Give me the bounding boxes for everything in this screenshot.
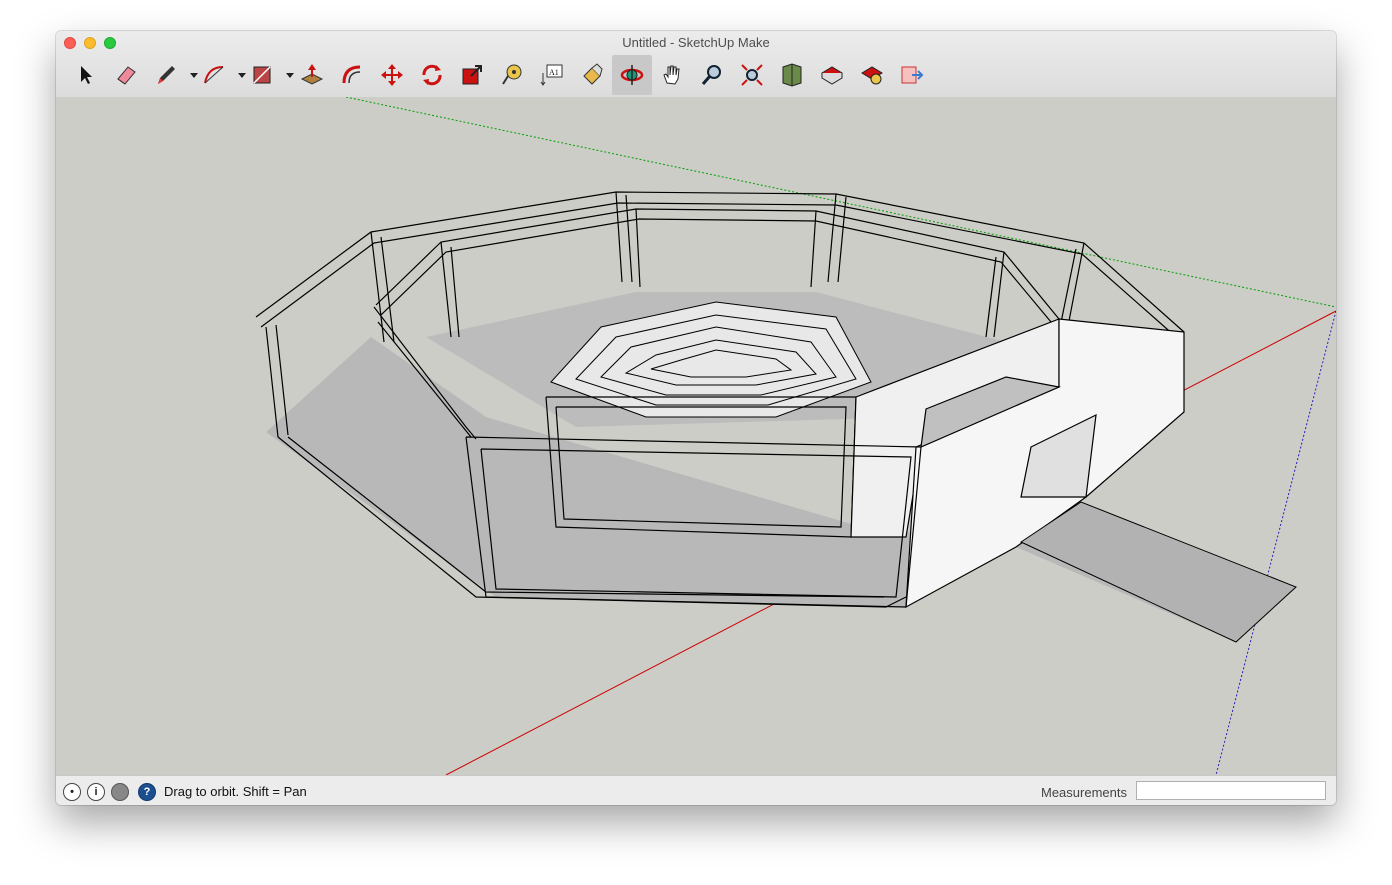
eraser-icon — [117, 66, 136, 85]
push-pull-tool[interactable] — [292, 55, 332, 95]
warehouse-icon — [782, 63, 802, 87]
zoom-tool[interactable] — [692, 55, 732, 95]
zoom-extents-tool[interactable] — [732, 55, 772, 95]
sketchup-window: Untitled - SketchUp Make A1 • i ? Drag t… — [56, 31, 1336, 805]
tape-measure-icon — [502, 64, 522, 85]
line-tool[interactable] — [146, 55, 186, 95]
paint-bucket-tool[interactable] — [572, 55, 612, 95]
move-tool[interactable] — [372, 55, 412, 95]
text-icon: A1 — [540, 64, 563, 86]
main-toolbar: A1 — [66, 55, 1326, 95]
eraser-tool[interactable] — [106, 55, 146, 95]
pan-tool[interactable] — [652, 55, 692, 95]
credits-icon[interactable]: i — [87, 783, 105, 801]
geolocation-icon[interactable]: • — [63, 783, 81, 801]
push-pull-icon — [300, 64, 324, 85]
green-axis — [345, 97, 1336, 308]
share-component-button[interactable] — [852, 55, 892, 95]
titlebar: Untitled - SketchUp Make A1 — [56, 31, 1336, 98]
3d-warehouse-button[interactable] — [772, 55, 812, 95]
text-tool[interactable]: A1 — [532, 55, 572, 95]
extension-warehouse-button[interactable] — [812, 55, 852, 95]
send-to-layout-button[interactable] — [892, 55, 932, 95]
rotate-tool[interactable] — [412, 55, 452, 95]
model-canvas[interactable] — [56, 97, 1336, 775]
tape-measure-tool[interactable] — [492, 55, 532, 95]
select-tool[interactable] — [66, 55, 106, 95]
arrow-cursor-icon — [81, 66, 92, 84]
arc-tool[interactable] — [194, 55, 234, 95]
zoom-extents-icon — [741, 64, 763, 86]
measurements-field[interactable] — [1136, 781, 1326, 800]
status-bar: • i ? Drag to orbit. Shift = Pan Measure… — [56, 775, 1336, 805]
rectangle-tool[interactable] — [242, 55, 282, 95]
blue-axis — [1215, 310, 1336, 775]
extension-icon — [821, 66, 843, 85]
window-title: Untitled - SketchUp Make — [622, 35, 770, 50]
entry-ramp — [1019, 501, 1297, 643]
scale-icon — [462, 65, 482, 85]
status-hint: Drag to orbit. Shift = Pan — [164, 784, 307, 799]
help-icon[interactable]: ? — [138, 783, 156, 801]
orbit-icon — [620, 65, 644, 85]
scale-tool[interactable] — [452, 55, 492, 95]
rectangle-icon — [253, 66, 271, 84]
orbit-tool[interactable] — [612, 55, 652, 95]
measurements-label: Measurements — [1041, 785, 1127, 800]
layout-icon — [901, 66, 924, 84]
arc-icon — [204, 66, 224, 84]
3d-viewport[interactable] — [56, 97, 1336, 775]
pencil-icon — [158, 66, 175, 84]
hand-icon — [663, 65, 680, 85]
paint-bucket-icon — [583, 63, 603, 85]
user-icon[interactable] — [111, 783, 129, 801]
offset-icon — [342, 65, 361, 84]
svg-text:A1: A1 — [549, 68, 559, 77]
rotate-icon — [422, 64, 442, 86]
move-icon — [381, 64, 403, 86]
share-component-icon — [861, 66, 883, 85]
magnifier-icon — [701, 65, 721, 85]
offset-tool[interactable] — [332, 55, 372, 95]
